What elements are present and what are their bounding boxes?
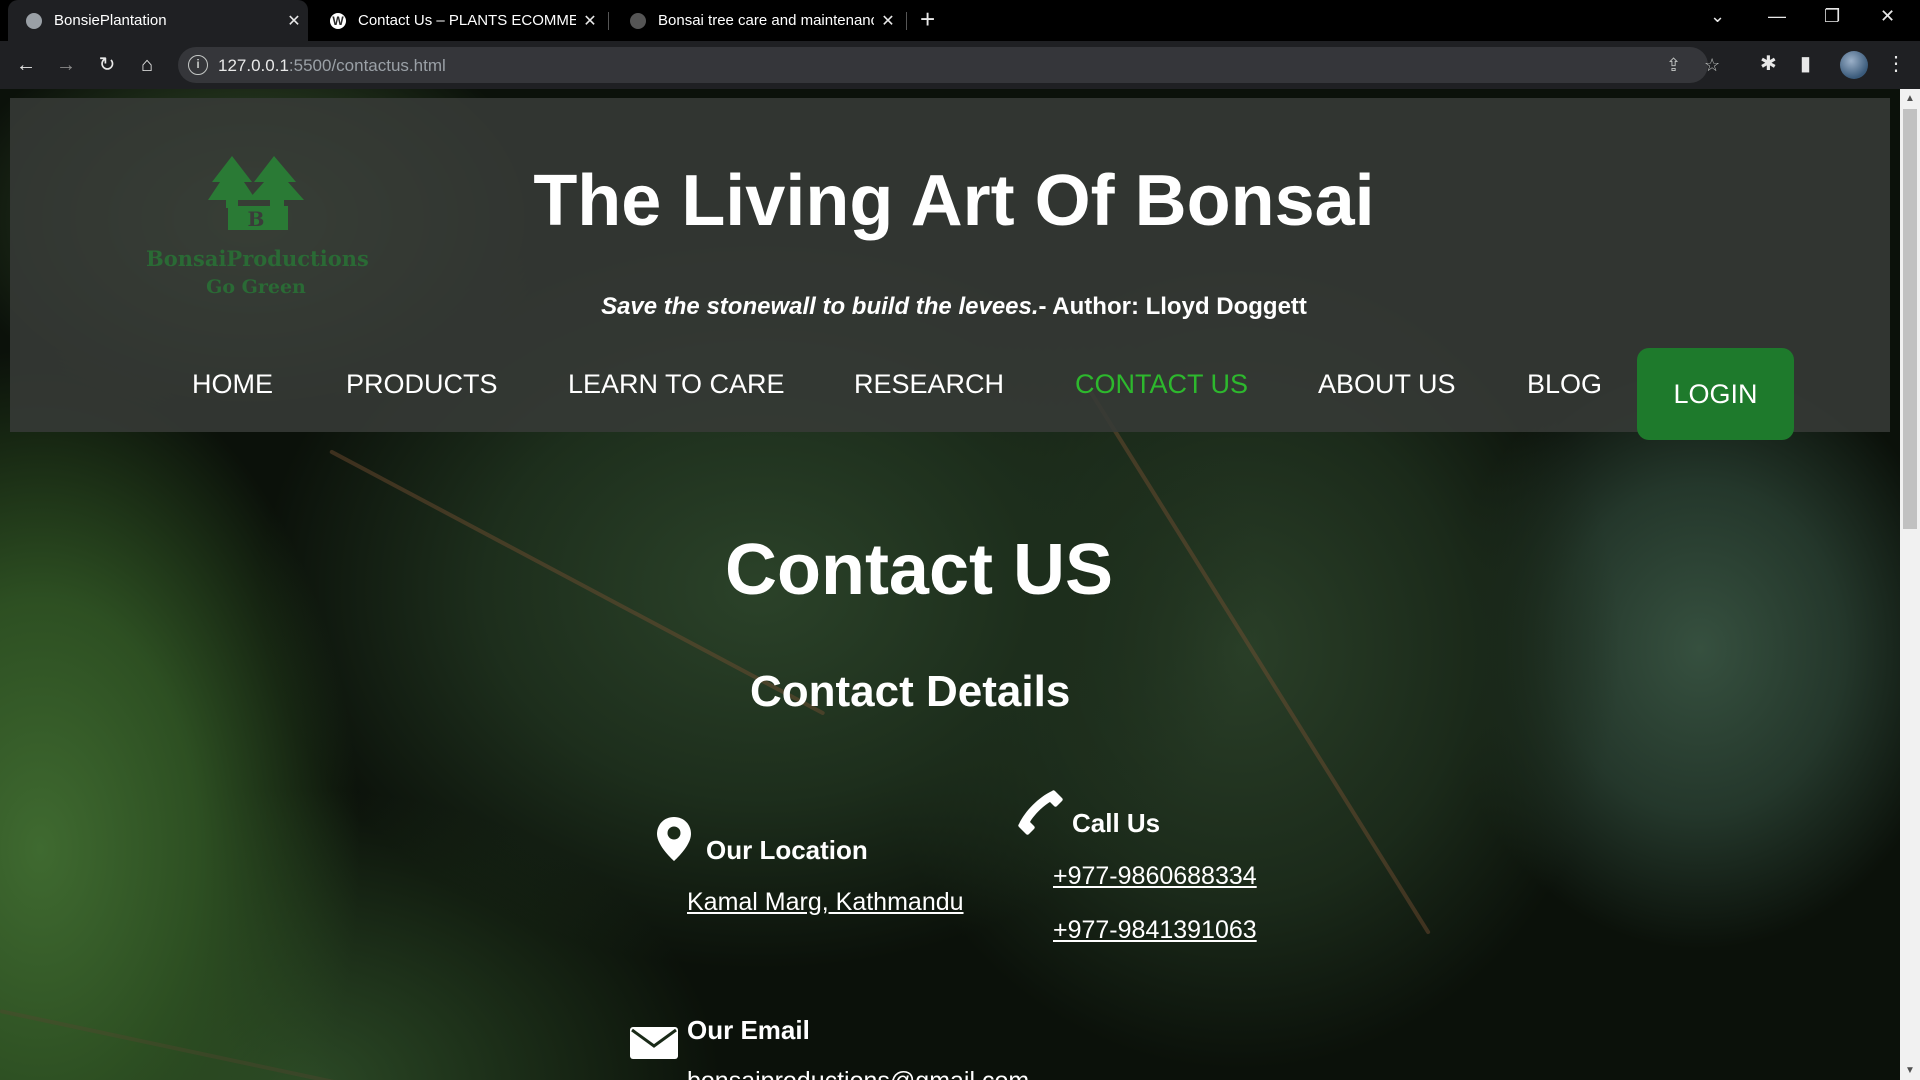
extensions-icon[interactable]: ✱ xyxy=(1760,51,1777,76)
site-header: B BonsaiProductions Go Green The Living … xyxy=(10,98,1890,440)
wordpress-icon: W xyxy=(330,12,346,29)
site-icon xyxy=(630,12,646,29)
leaf-vein-decoration xyxy=(1088,389,1431,935)
close-window-icon[interactable]: ✕ xyxy=(1880,6,1895,27)
main-nav: HOME PRODUCTS LEARN TO CARE RESEARCH CON… xyxy=(10,348,1890,440)
email-link[interactable]: bonsaiproductions@gmail.com xyxy=(687,1067,1029,1080)
tab-title: Contact Us – PLANTS ECOMMERCE xyxy=(358,12,576,29)
forward-icon[interactable]: → xyxy=(52,51,80,79)
quote-author: - Author: Lloyd Doggett xyxy=(1038,293,1307,320)
browser-toolbar: ← → ↻ ⌂ i 127.0.0.1:5500/contactus.html … xyxy=(0,41,1920,89)
phone-icon xyxy=(1018,790,1063,835)
contact-page-title: Contact US xyxy=(724,530,1114,610)
site-title: The Living Art Of Bonsai xyxy=(533,161,1375,241)
envelope-icon xyxy=(630,1027,678,1059)
home-icon[interactable]: ⌂ xyxy=(133,51,161,79)
nav-contact-us[interactable]: CONTACT US xyxy=(1075,369,1248,400)
header-quote: Save the stonewall to build the levees.-… xyxy=(10,293,1898,321)
phone-link-2[interactable]: +977-9841391063 xyxy=(1053,916,1257,945)
login-button[interactable]: LOGIN xyxy=(1637,348,1794,440)
globe-icon xyxy=(26,12,42,29)
back-icon[interactable]: ← xyxy=(12,51,40,79)
reload-icon[interactable]: ↻ xyxy=(93,51,121,79)
browser-tab-3[interactable]: Bonsai tree care and maintenance ✕ xyxy=(612,0,902,41)
restore-icon[interactable]: ❐ xyxy=(1824,6,1840,27)
tab-title: BonsiePlantation xyxy=(54,12,167,29)
nav-about-us[interactable]: ABOUT US xyxy=(1318,369,1456,400)
location-pin-icon xyxy=(657,817,691,861)
site-info-icon[interactable]: i xyxy=(188,55,208,75)
nav-home[interactable]: HOME xyxy=(192,369,273,400)
nav-products[interactable]: PRODUCTS xyxy=(346,369,498,400)
menu-kebab-icon[interactable]: ⋮ xyxy=(1886,51,1906,76)
url-path: :5500/contactus.html xyxy=(288,56,446,75)
scroll-up-icon[interactable]: ▲ xyxy=(1905,93,1915,104)
quote-text: Save the stonewall to build the levees. xyxy=(601,293,1039,320)
profile-avatar[interactable] xyxy=(1840,51,1868,79)
call-us-label: Call Us xyxy=(1072,808,1161,838)
our-location-label: Our Location xyxy=(706,835,868,865)
logo-name: BonsaiProductions xyxy=(146,246,369,271)
scrollbar-thumb[interactable] xyxy=(1903,109,1917,529)
contact-details-heading: Contact Details xyxy=(750,667,1071,716)
share-icon[interactable]: ⇪ xyxy=(1666,55,1681,76)
browser-tab-2[interactable]: W Contact Us – PLANTS ECOMMERCE ✕ xyxy=(312,0,604,41)
side-panel-icon[interactable]: ▮ xyxy=(1800,51,1811,76)
url-text: 127.0.0.1:5500/contactus.html xyxy=(218,56,446,76)
nav-learn-to-care[interactable]: LEARN TO CARE xyxy=(568,369,785,400)
close-tab-icon[interactable]: ✕ xyxy=(576,11,604,31)
page-scrollbar[interactable]: ▲ ▼ xyxy=(1900,89,1920,1080)
bookmark-star-icon[interactable]: ☆ xyxy=(1704,55,1720,76)
our-email-label: Our Email xyxy=(687,1015,810,1045)
url-host: 127.0.0.1 xyxy=(218,56,289,75)
leaf-vein-decoration xyxy=(0,1009,373,1080)
nav-research[interactable]: RESEARCH xyxy=(854,369,1004,400)
address-bar[interactable]: i 127.0.0.1:5500/contactus.html ⇪ ☆ xyxy=(178,47,1720,83)
page-viewport: B BonsaiProductions Go Green The Living … xyxy=(0,89,1900,1080)
close-tab-icon[interactable]: ✕ xyxy=(280,11,308,31)
new-tab-icon[interactable]: + xyxy=(920,4,935,35)
browser-tab-1[interactable]: BonsiePlantation ✕ xyxy=(8,0,308,41)
minimize-icon[interactable]: — xyxy=(1768,6,1786,27)
nav-blog[interactable]: BLOG xyxy=(1527,369,1602,400)
tab-separator xyxy=(906,12,907,30)
browser-tab-strip: BonsiePlantation ✕ W Contact Us – PLANTS… xyxy=(0,0,1920,41)
location-link[interactable]: Kamal Marg, Kathmandu xyxy=(687,888,964,917)
scroll-down-icon[interactable]: ▼ xyxy=(1905,1065,1915,1076)
phone-link-1[interactable]: +977-9860688334 xyxy=(1053,862,1257,891)
tab-title: Bonsai tree care and maintenance xyxy=(658,12,874,29)
tab-separator xyxy=(608,12,609,30)
tab-search-icon[interactable]: ⌄ xyxy=(1710,6,1725,27)
close-tab-icon[interactable]: ✕ xyxy=(874,11,902,31)
